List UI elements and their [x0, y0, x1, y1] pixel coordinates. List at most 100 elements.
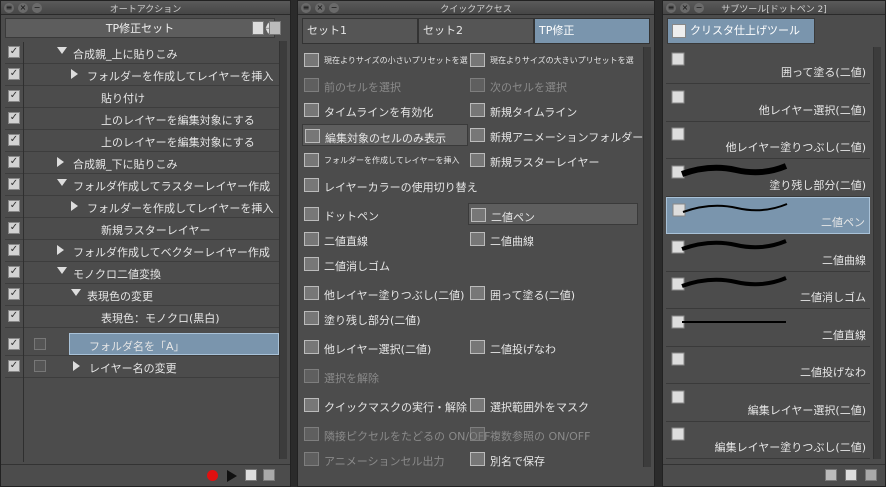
quick-access-item[interactable]: 現在よりサイズの大きいプリセットを選 — [468, 49, 638, 71]
quick-access-item[interactable]: 他レイヤー選択(二値) — [302, 336, 468, 358]
quick-access-item[interactable]: 複数参照の ON/OFF — [468, 423, 638, 445]
action-set-settings-icon[interactable] — [269, 21, 281, 35]
record-button[interactable] — [207, 470, 218, 481]
quick-access-item[interactable]: 二値消しゴム — [302, 253, 468, 275]
quick-access-item[interactable]: クイックマスクの実行・解除 — [302, 394, 468, 416]
quick-access-item[interactable]: アニメーションセル出力 — [302, 448, 468, 470]
expand-icon[interactable] — [71, 201, 78, 211]
quick-access-item[interactable]: 新規タイムライン — [468, 99, 638, 121]
action-row[interactable]: ✓ フォルダ作成してラスターレイヤー作成 — [5, 174, 279, 196]
action-row[interactable]: ✓ レイヤー名の変更 — [5, 356, 279, 378]
settings-icon[interactable] — [825, 469, 837, 481]
action-row[interactable]: ✓ 貼り付け — [5, 86, 279, 108]
action-row[interactable]: ✓ 新規ラスターレイヤー — [5, 218, 279, 240]
play-button[interactable] — [227, 470, 237, 482]
action-row[interactable]: ✓ フォルダーを作成してレイヤーを挿入 — [5, 64, 279, 86]
action-set-select[interactable]: TP修正セット ▲▼ — [5, 18, 275, 38]
enable-checkbox[interactable]: ✓ — [8, 178, 20, 190]
collapse-icon[interactable] — [57, 179, 67, 186]
quick-access-item[interactable]: 編集対象のセルのみ表示 — [302, 124, 468, 146]
action-row[interactable]: ✓ 上のレイヤーを編集対象にする — [5, 108, 279, 130]
quick-access-item[interactable]: タイムラインを有効化 — [302, 99, 468, 121]
quick-access-item[interactable]: 二値曲線 — [468, 228, 638, 250]
action-label: 上のレイヤーを編集対象にする — [101, 114, 255, 127]
sub-tool-group-tab[interactable]: クリスタ仕上げツール — [667, 18, 815, 44]
sub-tool-item[interactable]: 二値消しゴム — [666, 272, 870, 309]
tab-tp-fix[interactable]: TP修正 — [534, 18, 650, 44]
quick-access-item[interactable]: 塗り残し部分(二値) — [302, 307, 468, 329]
quick-access-item[interactable]: 二値直線 — [302, 228, 468, 250]
sub-tool-item[interactable]: 囲って塗る(二値) — [666, 47, 870, 84]
sub-tool-label: 他レイヤー選択(二値) — [758, 103, 866, 117]
action-row[interactable]: ✓ 上のレイヤーを編集対象にする — [5, 130, 279, 152]
tab-set2[interactable]: セット2 — [418, 18, 534, 44]
quick-access-item[interactable]: 二値ペン — [468, 203, 638, 225]
quick-access-item[interactable]: 新規アニメーションフォルダー — [468, 124, 643, 146]
enable-checkbox[interactable]: ✓ — [8, 338, 20, 350]
enable-checkbox[interactable]: ✓ — [8, 360, 20, 372]
quick-access-label: 塗り残し部分(二値) — [324, 314, 421, 327]
quick-access-item[interactable]: 前のセルを選択 — [302, 74, 468, 96]
action-row[interactable]: ✓ 表現色の変更 — [5, 284, 279, 306]
quick-access-item[interactable]: 他レイヤー塗りつぶし(二値) — [302, 282, 468, 304]
quick-access-item[interactable]: 選択を解除 — [302, 365, 468, 387]
quick-access-item[interactable]: 新規ラスターレイヤー — [468, 149, 638, 171]
enable-checkbox[interactable]: ✓ — [8, 288, 20, 300]
copy-icon[interactable] — [845, 469, 857, 481]
enable-checkbox[interactable]: ✓ — [8, 156, 20, 168]
sub-tool-item[interactable]: 編集レイヤー塗りつぶし(二値) — [666, 422, 870, 459]
enable-checkbox[interactable]: ✓ — [8, 46, 20, 58]
scrollbar[interactable] — [873, 47, 881, 459]
action-row[interactable]: ✓ 表現色：モノクロ(黒白) — [5, 306, 279, 328]
trash-icon[interactable] — [263, 469, 275, 481]
new-action-icon[interactable] — [245, 469, 257, 481]
sub-tool-item[interactable]: 二値曲線 — [666, 235, 870, 272]
quick-access-item[interactable]: 隣接ピクセルをたどるの ON/OFF — [302, 423, 490, 445]
dialog-toggle[interactable] — [34, 360, 46, 372]
enable-checkbox[interactable]: ✓ — [8, 200, 20, 212]
sub-tool-item[interactable]: 二値ペン — [666, 197, 870, 234]
enable-checkbox[interactable]: ✓ — [8, 112, 20, 124]
new-action-set-icon[interactable] — [252, 21, 264, 35]
expand-icon[interactable] — [73, 361, 80, 371]
quick-access-item[interactable]: 現在よりサイズの小さいプリセットを選 — [302, 49, 468, 71]
action-row[interactable]: ✓ フォルダーを作成してレイヤーを挿入 — [5, 196, 279, 218]
action-row[interactable]: ✓ 合成親_下に貼りこみ — [5, 152, 279, 174]
enable-checkbox[interactable]: ✓ — [8, 68, 20, 80]
scrollbar[interactable] — [643, 47, 651, 467]
expand-icon[interactable] — [57, 157, 64, 167]
collapse-icon[interactable] — [57, 267, 67, 274]
quick-access-item[interactable]: フォルダーを作成してレイヤーを挿入 — [302, 149, 468, 171]
trash-icon[interactable] — [865, 469, 877, 481]
sub-tool-item[interactable]: 二値直線 — [666, 310, 870, 347]
dialog-toggle[interactable] — [34, 338, 46, 350]
action-row[interactable]: ✓ モノクロ二値変換 — [5, 262, 279, 284]
quick-access-item[interactable]: 囲って塗る(二値) — [468, 282, 638, 304]
quick-access-item[interactable]: 二値投げなわ — [468, 336, 638, 358]
enable-checkbox[interactable]: ✓ — [8, 222, 20, 234]
sub-tool-item[interactable]: 塗り残し部分(二値) — [666, 160, 870, 197]
quick-access-item[interactable]: レイヤーカラーの使用切り替え — [302, 174, 478, 196]
enable-checkbox[interactable]: ✓ — [8, 244, 20, 256]
quick-access-item[interactable]: 選択範囲外をマスク — [468, 394, 638, 416]
enable-checkbox[interactable]: ✓ — [8, 134, 20, 146]
quick-access-item[interactable]: 次のセルを選択 — [468, 74, 638, 96]
action-row[interactable]: ✓ フォルダ名を「A」 — [5, 333, 279, 356]
sub-tool-item[interactable]: 二値投げなわ — [666, 347, 870, 384]
action-row[interactable]: ✓ フォルダ作成してベクターレイヤー作成 — [5, 240, 279, 262]
enable-checkbox[interactable]: ✓ — [8, 310, 20, 322]
scrollbar[interactable] — [279, 41, 287, 459]
tab-set1[interactable]: セット1 — [302, 18, 418, 44]
collapse-icon[interactable] — [71, 289, 81, 296]
enable-checkbox[interactable]: ✓ — [8, 266, 20, 278]
expand-icon[interactable] — [57, 245, 64, 255]
enable-checkbox[interactable]: ✓ — [8, 90, 20, 102]
expand-icon[interactable] — [71, 69, 78, 79]
sub-tool-item[interactable]: 編集レイヤー選択(二値) — [666, 385, 870, 422]
quick-access-item[interactable]: ドットペン — [302, 203, 468, 225]
action-row[interactable]: ✓ 合成親_上に貼りこみ — [5, 42, 279, 64]
collapse-icon[interactable] — [57, 47, 67, 54]
quick-access-item[interactable]: 別名で保存 — [468, 448, 638, 470]
sub-tool-item[interactable]: 他レイヤー塗りつぶし(二値) — [666, 122, 870, 159]
sub-tool-item[interactable]: 他レイヤー選択(二値) — [666, 85, 870, 122]
